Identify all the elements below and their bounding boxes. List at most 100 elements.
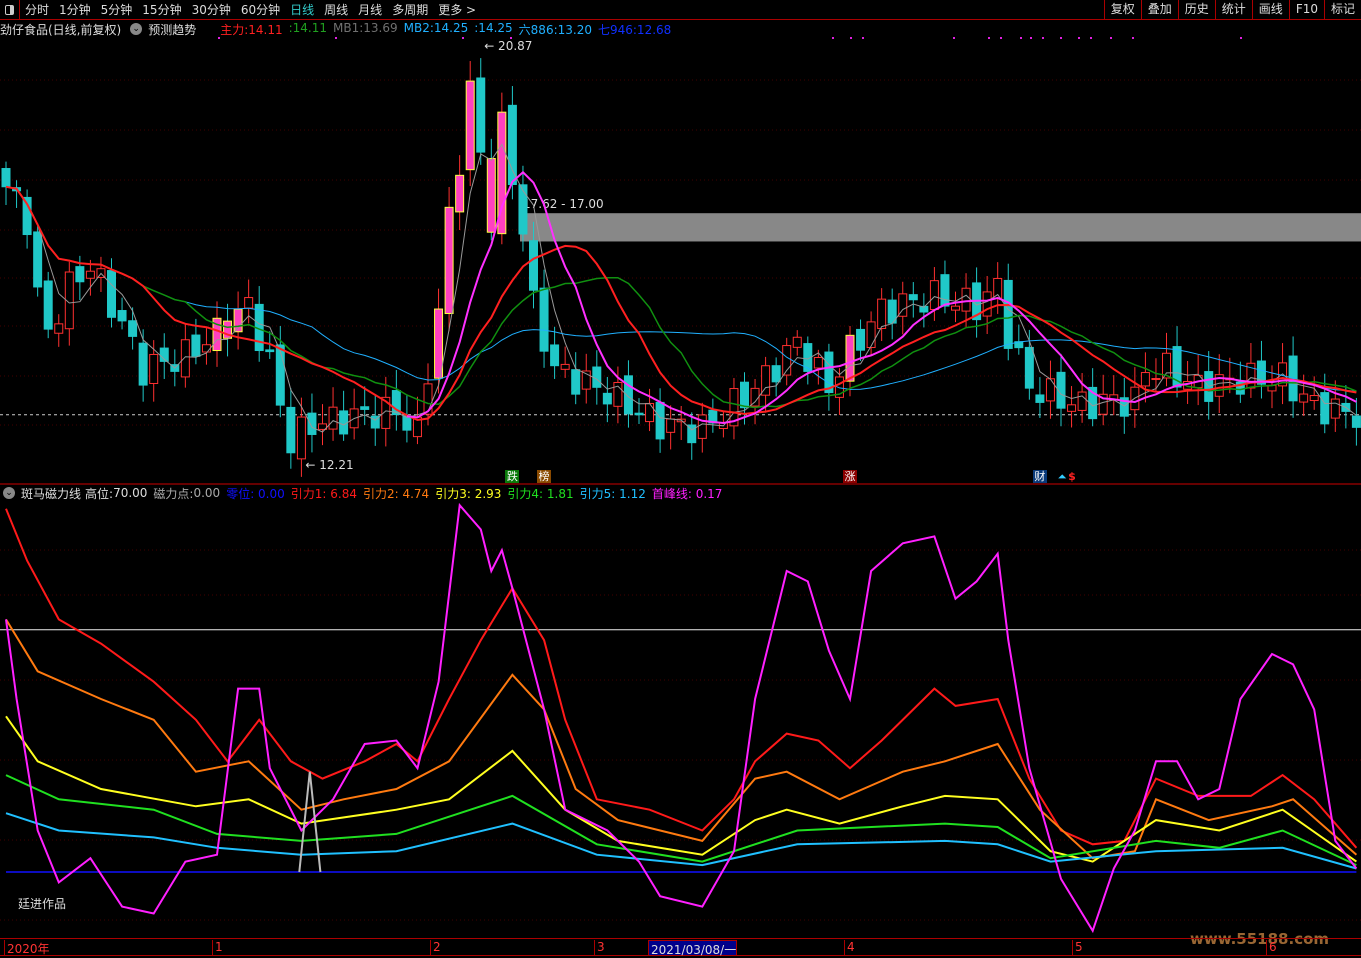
- candle: [645, 402, 655, 423]
- candle: [85, 270, 95, 279]
- candle: [940, 274, 950, 307]
- indicator-legend-item: 引力4: 1.81: [507, 486, 574, 501]
- candle: [339, 410, 349, 435]
- indicator-legend-item: 引力3: 2.93: [435, 486, 502, 501]
- candle: [1077, 391, 1087, 411]
- event-tag[interactable]: 跌: [505, 470, 520, 483]
- candle: [149, 353, 159, 384]
- candle: [623, 375, 633, 415]
- axis-label: 2: [430, 940, 441, 956]
- candle: [465, 80, 475, 171]
- candle: [434, 308, 444, 379]
- signal-dot: [862, 37, 864, 39]
- candle: [1309, 395, 1319, 402]
- signal-dot: [1090, 37, 1092, 39]
- band-label: 17.62 - 17.00: [523, 197, 604, 211]
- candle: [328, 406, 338, 430]
- candle: [982, 291, 992, 317]
- chart-canvas[interactable]: 17.62 - 17.00 ← 20.87 ← 12.21: [0, 0, 1361, 938]
- signal-dot: [462, 37, 464, 39]
- axis-label: 3: [594, 940, 605, 956]
- candle: [1320, 392, 1330, 425]
- candle: [529, 240, 538, 291]
- signal-dot: [218, 37, 220, 39]
- signal-dot: [832, 37, 834, 39]
- candle: [1330, 398, 1340, 419]
- candle: [740, 381, 749, 409]
- candle: [275, 344, 285, 406]
- candle: [655, 401, 665, 440]
- candle: [180, 339, 190, 378]
- candle: [476, 77, 486, 153]
- high-label: 高位:: [85, 486, 114, 501]
- chevron-down-icon[interactable]: ⌄: [3, 487, 15, 499]
- signal-dot: [1078, 37, 1080, 39]
- candle: [486, 158, 496, 233]
- candle: [1351, 415, 1361, 428]
- indicator-header: ⌄ 斑马磁力线 高位: 70.00 磁力点: 0.00 零位: 0.00 引力1:…: [0, 485, 734, 501]
- candle: [571, 369, 581, 395]
- signal-dot: [335, 37, 337, 39]
- candle: [929, 280, 939, 311]
- signal-dot: [953, 37, 955, 39]
- candle: [1, 168, 11, 188]
- candle: [1299, 393, 1309, 403]
- event-tag[interactable]: 财: [1032, 470, 1047, 483]
- candle: [634, 412, 644, 416]
- signal-dot: [1020, 37, 1022, 39]
- candle: [360, 406, 370, 410]
- candle: [507, 104, 517, 185]
- candle: [455, 174, 465, 213]
- axis-label: 4: [844, 940, 855, 956]
- candle: [117, 310, 127, 322]
- candle: [444, 206, 454, 315]
- candle: [75, 266, 85, 283]
- candle: [33, 231, 43, 288]
- event-tag[interactable]: 榜: [537, 470, 552, 483]
- signal-dot: [510, 37, 512, 39]
- indicator-legend-item: 引力1: 6.84: [290, 486, 357, 501]
- candle: [296, 416, 306, 460]
- candle: [877, 298, 887, 329]
- axis-label: 5: [1072, 940, 1083, 956]
- candle: [286, 406, 296, 454]
- candle: [233, 308, 243, 333]
- event-tag[interactable]: 涨: [843, 470, 857, 483]
- signal-dot: [850, 37, 852, 39]
- signal-dot: [1042, 37, 1044, 39]
- candle: [1035, 394, 1045, 403]
- candle: [201, 344, 211, 353]
- dollar-icon: $: [1068, 470, 1076, 483]
- candle: [518, 184, 528, 235]
- candle: [771, 365, 781, 383]
- indicator-legend-item: 首峰线: 0.17: [651, 486, 723, 501]
- resistance-band: [520, 213, 1361, 242]
- candle: [845, 334, 855, 382]
- candle: [1045, 378, 1055, 402]
- signal-dot: [1132, 37, 1134, 39]
- signal-dot: [1060, 37, 1062, 39]
- candle: [43, 280, 53, 330]
- candle: [961, 287, 971, 312]
- candle: [138, 342, 148, 386]
- candle: [54, 323, 64, 334]
- author-label: 廷进作品: [18, 897, 67, 911]
- signal-dot: [1240, 37, 1242, 39]
- candle: [1003, 279, 1013, 349]
- candle: [244, 297, 254, 309]
- candle: [265, 349, 275, 353]
- candle: [560, 363, 570, 370]
- candle: [856, 328, 866, 351]
- indicator-legend-item: 引力2: 4.74: [362, 486, 430, 501]
- candle: [191, 334, 201, 357]
- ma-line-short: [5, 143, 1357, 433]
- axis-label: 1: [212, 940, 223, 956]
- candle: [666, 418, 676, 433]
- candle: [750, 387, 760, 407]
- candle: [697, 414, 707, 439]
- high-price-label: ← 20.87: [484, 39, 532, 53]
- candle: [602, 392, 612, 405]
- signal-dot: [988, 37, 990, 39]
- candle: [866, 321, 876, 349]
- candle: [1067, 404, 1077, 412]
